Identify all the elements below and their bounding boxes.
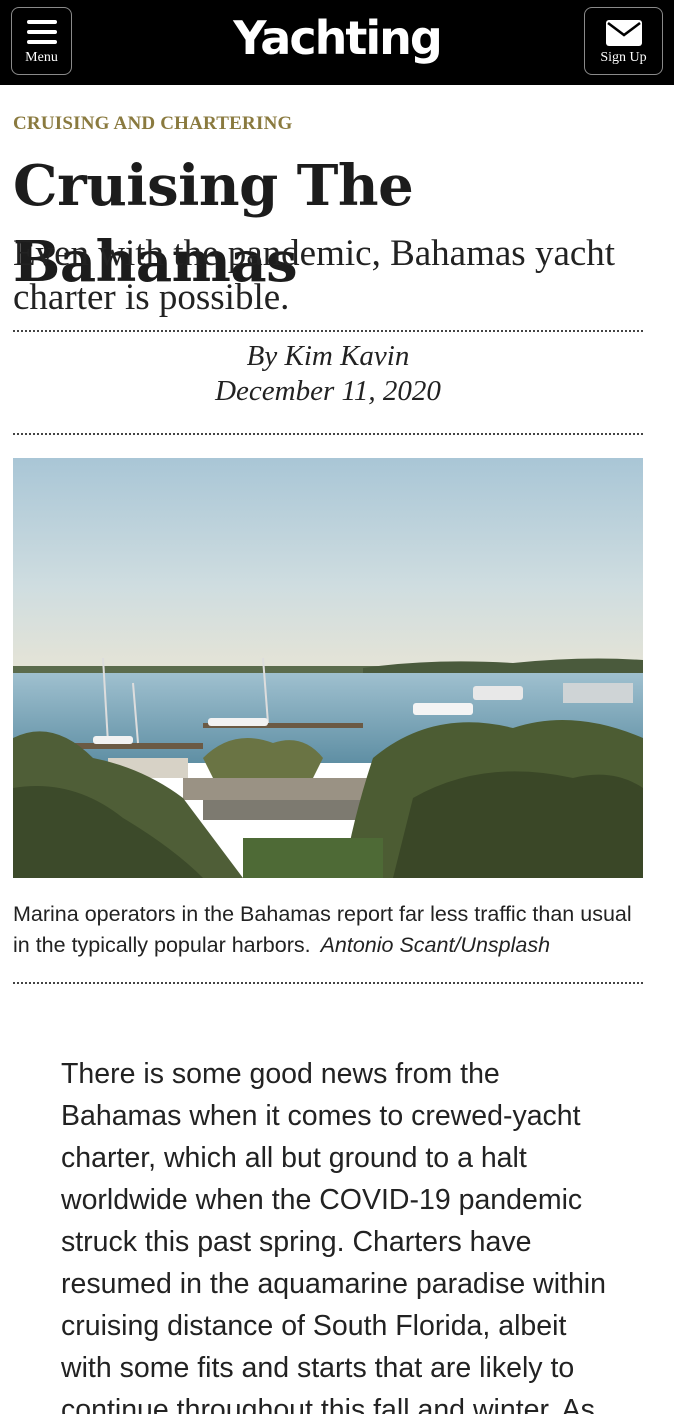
logo-link[interactable]: Yachting xyxy=(233,8,443,68)
category-kicker[interactable]: CRUISING AND CHARTERING xyxy=(13,113,292,135)
image-caption: Marina operators in the Bahamas report f… xyxy=(13,899,643,961)
signup-label: Sign Up xyxy=(600,50,647,65)
article-hero-image xyxy=(13,458,643,878)
divider xyxy=(13,330,643,332)
divider xyxy=(13,433,643,435)
envelope-icon xyxy=(605,20,642,51)
article-subtitle: Even with the pandemic, Bahamas yacht ch… xyxy=(13,233,616,318)
byline-author: By Kim Kavin xyxy=(246,340,410,372)
site-logo: Yachting xyxy=(0,8,674,68)
article-body-paragraph: There is some good news from the Bahamas… xyxy=(61,1058,606,1414)
site-header: Menu Yachting Sign Up xyxy=(0,0,674,85)
photo-credit: Antonio Scant/Unsplash xyxy=(320,933,551,957)
publish-date: December 11, 2020 xyxy=(215,375,441,407)
signup-button[interactable]: Sign Up xyxy=(584,7,663,75)
divider xyxy=(13,982,643,984)
